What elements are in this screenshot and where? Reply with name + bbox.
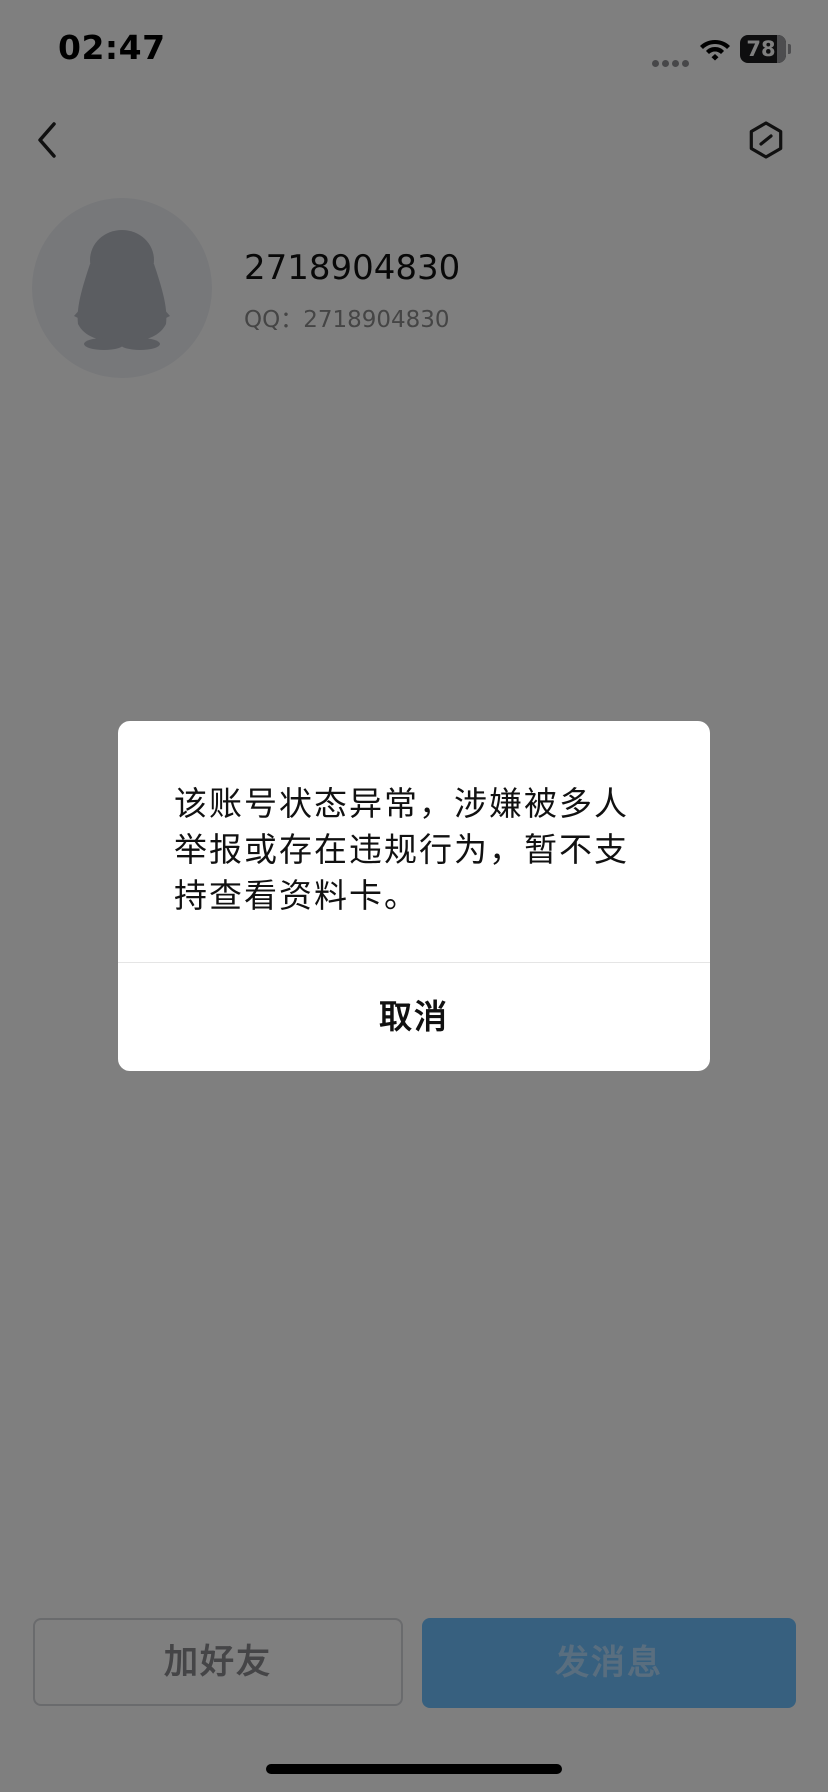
dialog-message: 该账号状态异常，涉嫌被多人举报或存在违规行为，暂不支持查看资料卡。 [174,784,629,915]
profile-screen: 02:47 78 [0,0,828,1792]
home-indicator[interactable] [266,1764,562,1774]
cancel-button[interactable]: 取消 [118,963,710,1071]
alert-dialog: 该账号状态异常，涉嫌被多人举报或存在违规行为，暂不支持查看资料卡。 取消 [118,721,710,1071]
